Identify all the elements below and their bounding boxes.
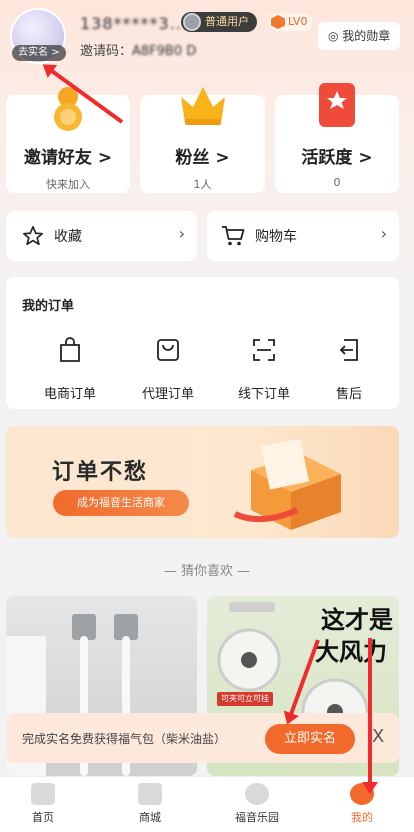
gear-badge-icon	[183, 13, 201, 31]
close-icon[interactable]: X	[372, 726, 384, 747]
user-badge: 普通用户	[181, 12, 257, 32]
invite-friends-icon	[54, 87, 82, 131]
fans-card[interactable]: 粉丝 > 1人	[140, 87, 265, 193]
my-orders-card: 我的订单 电商订单 代理订单 线下订单 售后	[6, 277, 399, 409]
level-label: LV0	[288, 15, 308, 28]
tab-mall[interactable]: 商城	[110, 783, 190, 825]
medal-icon: ◎	[328, 29, 343, 43]
bottom-tab-bar: 首页 商城 福音乐园 我的	[0, 776, 414, 832]
fans-title: 粉丝 >	[175, 148, 230, 168]
favorites-button[interactable]: 收藏 ›	[6, 211, 197, 261]
activity-sub: 0	[333, 176, 341, 189]
offline-orders-button[interactable]: 线下订单	[224, 337, 304, 402]
guess-you-like-title: — 猜你喜欢 —	[163, 564, 251, 579]
invite-label: 邀请码：	[80, 44, 133, 59]
activity-book-icon	[319, 83, 355, 127]
ecommerce-orders-button[interactable]: 电商订单	[30, 337, 110, 402]
medal-label: 我的勋章	[342, 29, 391, 43]
activity-card[interactable]: 活跃度 > 0	[275, 83, 399, 193]
invite-friends-sub: 快来加入	[46, 178, 90, 191]
product-headline-1: 这才是	[321, 606, 393, 634]
activity-title: 活跃度 >	[301, 148, 373, 168]
favorites-label: 收藏	[54, 229, 82, 245]
invite-friends-title: 邀请好友 >	[23, 148, 113, 168]
invite-friends-card[interactable]: 邀请好友 > 快来加入	[6, 87, 130, 193]
return-icon	[339, 339, 358, 361]
home-icon	[31, 783, 55, 805]
tab-home[interactable]: 首页	[3, 783, 83, 825]
level-badge: LV0	[268, 13, 314, 31]
ecommerce-orders-label: 电商订单	[43, 387, 96, 402]
cart-label: 购物车	[255, 229, 297, 245]
tab-paradise[interactable]: 福音乐园	[217, 783, 297, 825]
agent-orders-button[interactable]: 代理订单	[128, 337, 208, 402]
cart-icon	[222, 226, 245, 246]
agent-orders-label: 代理订单	[141, 387, 194, 402]
become-merchant-button[interactable]: 成为福音生活商家	[53, 490, 189, 516]
realname-tag[interactable]: 去实名 >	[12, 45, 66, 61]
annotation-arrow	[368, 638, 372, 788]
tab-mall-label: 商城	[139, 811, 161, 824]
crown-icon	[181, 87, 225, 125]
merchant-banner[interactable]: 订单不愁 成为福音生活商家	[6, 426, 399, 538]
level-hex-icon	[271, 15, 285, 29]
shopping-bag-icon	[60, 337, 80, 362]
tip-text: 完成实名免费获得福气包（柴米油盐）	[22, 732, 227, 746]
verify-now-button[interactable]: 立即实名	[265, 724, 355, 754]
cart-button[interactable]: 购物车 ›	[207, 211, 399, 261]
fans-sub: 1人	[193, 178, 212, 191]
user-badge-label: 普通用户	[205, 15, 249, 28]
offline-orders-label: 线下订单	[237, 387, 290, 402]
invite-value: A8F9B0 D	[132, 44, 197, 59]
orders-title: 我的订单	[22, 299, 75, 314]
star-icon	[23, 226, 43, 246]
after-sales-label: 售后	[335, 387, 362, 402]
chevron-right-icon: ›	[380, 224, 387, 243]
my-medal-button[interactable]: ◎ 我的勋章	[318, 22, 401, 50]
bag-icon	[157, 339, 179, 361]
box-illustration-icon	[233, 440, 341, 530]
tab-home-label: 首页	[32, 811, 54, 824]
invite-code: 邀请码：A8F9B0 D	[80, 40, 196, 59]
mall-icon	[138, 783, 162, 805]
product-tag: 可夹可立可挂	[217, 692, 273, 706]
product-headline-2: 大风力	[315, 638, 387, 666]
verification-tip: 完成实名免费获得福气包（柴米油盐） 立即实名 X	[6, 713, 399, 763]
tab-paradise-label: 福音乐园	[235, 811, 279, 824]
chevron-right-icon: ›	[178, 224, 185, 243]
banner-headline: 订单不愁	[52, 460, 149, 485]
after-sales-button[interactable]: 售后	[309, 337, 389, 402]
tab-mine-label: 我的	[351, 811, 373, 824]
username: 138*****3...	[80, 14, 188, 33]
scan-icon	[253, 339, 275, 361]
paradise-icon	[245, 783, 269, 805]
